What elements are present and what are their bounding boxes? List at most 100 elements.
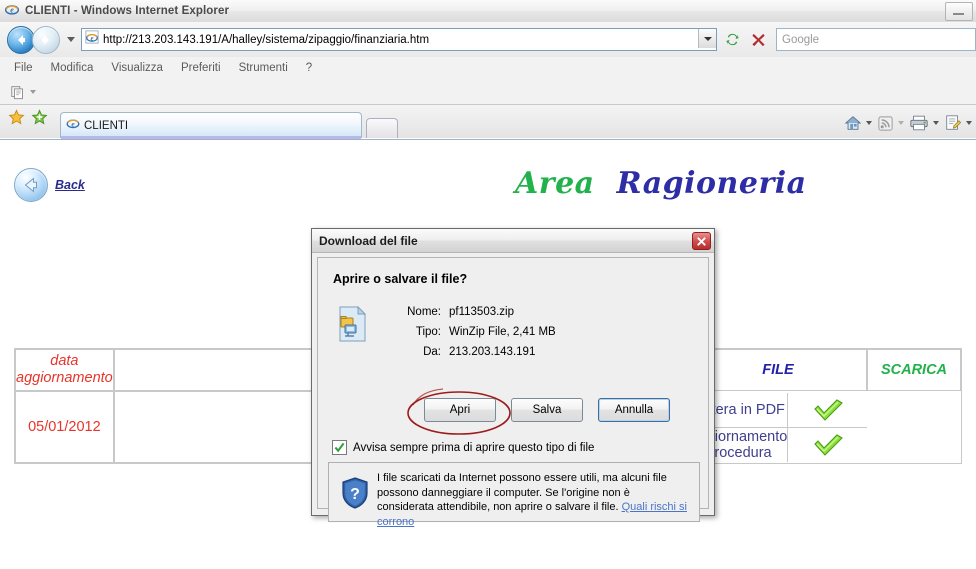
refresh-button[interactable] xyxy=(721,29,743,51)
label-da: Da: xyxy=(423,346,441,358)
open-button[interactable]: Apri xyxy=(424,398,496,422)
page-tools-caret-icon xyxy=(30,89,36,94)
history-dropdown-icon[interactable] xyxy=(67,37,75,42)
refresh-icon xyxy=(725,33,739,46)
back-button[interactable] xyxy=(7,25,35,54)
new-tab-button[interactable] xyxy=(366,118,398,138)
always-ask-row[interactable]: Avvisa sempre prima di aprire questo tip… xyxy=(332,440,594,455)
security-info-box: ? I file scaricati da Internet possono e… xyxy=(328,462,700,528)
page-menu-button[interactable] xyxy=(944,114,972,132)
checkmark-icon xyxy=(334,442,345,453)
page-title: Area Ragioneria xyxy=(515,166,807,201)
dialog-title-bar: Download del file xyxy=(312,229,714,253)
label-nome: Nome: xyxy=(407,306,441,318)
print-caret-icon[interactable] xyxy=(933,121,939,125)
download-cell-2[interactable] xyxy=(788,427,867,462)
print-button[interactable] xyxy=(909,114,939,132)
search-placeholder: Google xyxy=(782,33,820,46)
page-tools-button[interactable] xyxy=(10,84,36,100)
rss-icon xyxy=(878,115,893,131)
zip-file-icon xyxy=(336,305,368,345)
home-icon xyxy=(844,116,862,130)
add-to-favorites-icon[interactable] xyxy=(31,109,48,131)
internet-explorer-icon: e xyxy=(4,2,20,21)
tab-clienti[interactable]: e CLIENTI xyxy=(60,112,362,139)
menu-item-modifica[interactable]: Modifica xyxy=(42,62,103,74)
tab-favicon-icon: e xyxy=(66,116,80,135)
svg-text:e: e xyxy=(10,5,14,14)
feeds-caret-icon[interactable] xyxy=(898,121,904,125)
restore-glyph xyxy=(953,13,964,15)
dialog-title: Download del file xyxy=(319,233,418,248)
header-scarica: SCARICA xyxy=(867,349,961,391)
stop-icon xyxy=(751,33,765,47)
dialog-question: Aprire o salvare il file? xyxy=(333,272,468,286)
back-link-orb-icon xyxy=(14,168,48,202)
page-tools-icon xyxy=(946,115,962,130)
value-da: 213.203.143.191 xyxy=(449,346,536,358)
always-ask-checkbox[interactable] xyxy=(332,440,347,455)
forward-arrow-icon xyxy=(42,34,49,45)
file-info-da: Da: 213.203.143.191 xyxy=(393,344,693,360)
cancel-button[interactable]: Annulla xyxy=(598,398,670,422)
menu-item-visualizza[interactable]: Visualizza xyxy=(102,62,172,74)
check-icon xyxy=(813,398,843,421)
address-bar-url: http://213.203.143.191/A/halley/sistema/… xyxy=(103,33,430,46)
feeds-button[interactable] xyxy=(877,115,904,132)
header-data-line2: aggiornamento xyxy=(16,370,113,386)
window-title: CLIENTI - Windows Internet Explorer xyxy=(25,5,230,17)
download-dialog: Download del file Aprire o salvare il fi… xyxy=(311,228,715,528)
page-menu-caret-icon[interactable] xyxy=(966,121,972,125)
print-icon xyxy=(910,115,928,131)
menu-item-strumenti[interactable]: Strumenti xyxy=(230,62,297,74)
download-cell-1[interactable] xyxy=(787,392,867,428)
file-row-1: Lettera in PDF xyxy=(689,392,867,428)
header-data-line1: data xyxy=(50,353,79,369)
dialog-close-button[interactable] xyxy=(692,232,711,250)
browser-command-icons xyxy=(839,114,972,132)
back-link[interactable]: Back xyxy=(14,168,85,202)
window-title-bar: e CLIENTI - Windows Internet Explorer xyxy=(0,0,976,23)
address-bar[interactable]: e http://213.203.143.191/A/halley/sistem… xyxy=(81,28,717,51)
back-link-label: Back xyxy=(55,178,85,192)
page-title-area: Area xyxy=(515,166,595,201)
home-button[interactable] xyxy=(844,114,872,132)
save-button[interactable]: Salva xyxy=(511,398,583,422)
menu-item-preferiti[interactable]: Preferiti xyxy=(172,62,230,74)
favorites-icon[interactable] xyxy=(8,109,25,131)
page-copy-icon xyxy=(11,85,23,99)
header-data-aggiornamento: data aggiornamento xyxy=(15,349,114,391)
menu-bar: File Modifica Visualizza Preferiti Strum… xyxy=(0,57,976,79)
home-caret-icon[interactable] xyxy=(866,121,872,125)
svg-text:?: ? xyxy=(350,486,360,503)
menu-item-file[interactable]: File xyxy=(0,62,42,74)
value-nome: pf113503.zip xyxy=(449,306,515,318)
menu-item-help[interactable]: ? xyxy=(297,62,321,74)
forward-button[interactable] xyxy=(32,25,60,54)
search-input[interactable]: Google xyxy=(776,28,976,51)
label-tipo: Tipo: xyxy=(415,326,441,338)
security-info-text: I file scaricati da Internet possono ess… xyxy=(377,471,687,529)
always-ask-label: Avvisa sempre prima di aprire questo tip… xyxy=(353,441,595,454)
cell-date: 05/01/2012 xyxy=(15,391,114,463)
check-icon xyxy=(813,433,843,456)
dialog-body: Aprire o salvare il file? Nome: pf113503… xyxy=(312,253,714,528)
address-toolbar: e http://213.203.143.191/A/halley/sistem… xyxy=(0,22,976,57)
file-info-nome: Nome: pf113503.zip xyxy=(393,304,693,320)
dialog-buttons: Apri Salva Annulla xyxy=(424,398,685,422)
svg-text:e: e xyxy=(90,35,93,43)
address-dropdown-icon[interactable] xyxy=(698,29,716,48)
dialog-panel: Aprire o salvare il file? Nome: pf113503… xyxy=(317,257,709,528)
page-title-ragioneria: Ragioneria xyxy=(616,166,807,201)
help-shield-icon: ? xyxy=(341,477,369,512)
stop-button[interactable] xyxy=(747,29,769,51)
tab-bar: e CLIENTI xyxy=(0,105,976,139)
value-tipo: WinZip File, 2,41 MB xyxy=(449,326,556,338)
close-icon xyxy=(697,236,706,246)
tab-label: CLIENTI xyxy=(84,119,129,132)
secondary-toolbar xyxy=(0,79,976,105)
back-arrow-icon xyxy=(18,34,25,45)
browser-window: e CLIENTI - Windows Internet Explorer e … xyxy=(0,0,976,569)
page-favicon: e xyxy=(85,30,99,49)
restore-window-button[interactable] xyxy=(945,2,973,21)
